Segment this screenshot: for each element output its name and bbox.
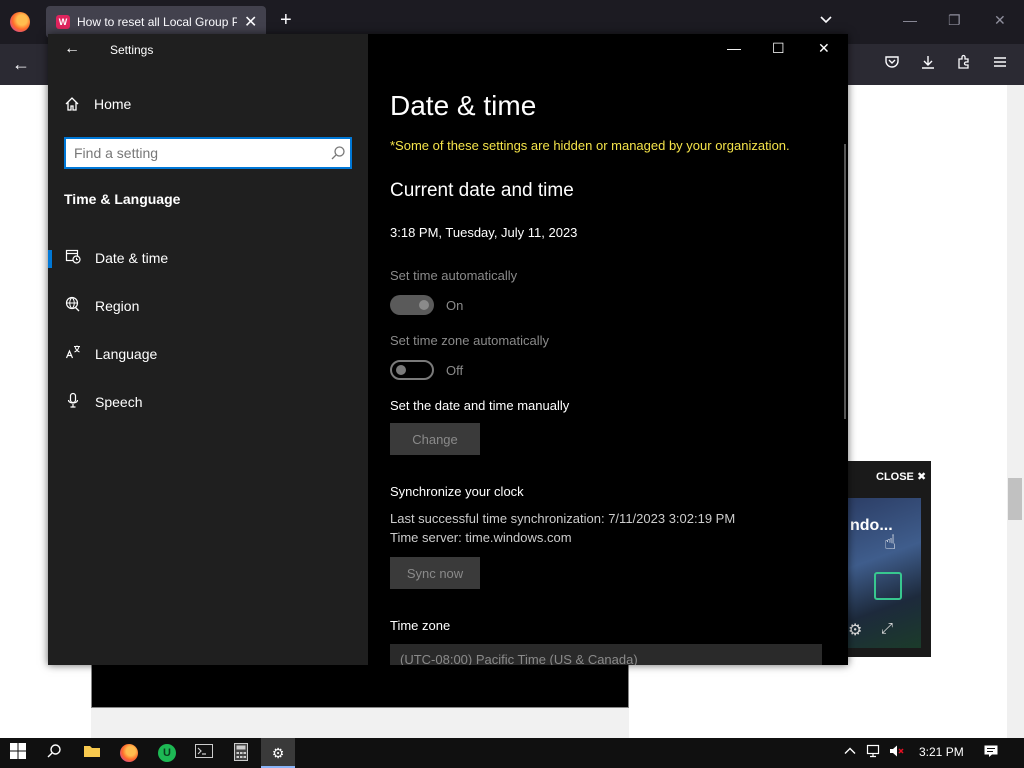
- command-prompt-icon[interactable]: [194, 743, 214, 763]
- page-embedded-content: [91, 662, 629, 708]
- current-date-time-heading: Current date and time: [390, 180, 574, 201]
- toggle-knob: [419, 300, 429, 310]
- search-input[interactable]: [74, 144, 324, 162]
- extensions-icon[interactable]: [954, 54, 974, 74]
- sidebar-item-date-time[interactable]: Date & time: [48, 240, 368, 276]
- browser-back-button[interactable]: ←: [12, 54, 30, 75]
- change-button[interactable]: Change: [390, 423, 480, 455]
- home-label: Home: [94, 96, 132, 112]
- settings-minimize-button[interactable]: —: [727, 40, 741, 56]
- set-tz-auto-state: Off: [446, 363, 464, 378]
- picture-in-picture-icon[interactable]: [874, 572, 902, 600]
- time-zone-dropdown[interactable]: (UTC-08:00) Pacific Time (US & Canada): [390, 644, 822, 665]
- set-time-auto-toggle[interactable]: [390, 295, 434, 315]
- start-windows-icon[interactable]: [8, 743, 28, 763]
- file-explorer-icon[interactable]: [82, 743, 102, 763]
- downloads-icon[interactable]: [918, 54, 938, 74]
- sidebar-item-label: Language: [95, 346, 158, 362]
- settings-scrollbar[interactable]: [844, 144, 846, 419]
- page-scrollbar[interactable]: [1007, 85, 1024, 738]
- tab-close-icon[interactable]: ✕: [244, 12, 257, 32]
- section-title: Time & Language: [64, 191, 181, 207]
- settings-window-title: Settings: [110, 43, 154, 57]
- sidebar-item-label: Region: [95, 298, 140, 314]
- browser-minimize-button[interactable]: —: [903, 12, 917, 28]
- microphone-icon: [64, 392, 82, 412]
- settings-maximize-button[interactable]: ☐: [772, 40, 785, 57]
- gear-icon[interactable]: ⚙: [848, 620, 862, 640]
- sidebar-item-region[interactable]: Region: [48, 288, 368, 324]
- settings-close-button[interactable]: ✕: [818, 40, 830, 57]
- page-scroll-thumb[interactable]: [1008, 478, 1022, 520]
- network-icon[interactable]: [864, 743, 884, 763]
- current-date-time-value: 3:18 PM, Tuesday, July 11, 2023: [390, 225, 578, 240]
- settings-sidebar: ← Settings Home Time & Language Date & t…: [48, 34, 368, 665]
- set-time-auto-state: On: [446, 298, 464, 313]
- last-sync-text: Last successful time synchronization: 7/…: [390, 511, 736, 526]
- home-icon: [65, 97, 79, 111]
- chevron-up-icon[interactable]: [840, 743, 860, 763]
- pocket-icon[interactable]: [882, 54, 902, 74]
- time-server-text: Time server: time.windows.com: [390, 530, 572, 545]
- search-icon[interactable]: [330, 145, 346, 161]
- settings-back-button[interactable]: ←: [64, 40, 80, 58]
- page-title: Date & time: [390, 90, 537, 121]
- home-nav-item[interactable]: Home: [64, 96, 131, 112]
- firefox-taskbar-icon[interactable]: [119, 743, 139, 763]
- language-icon: [64, 344, 82, 364]
- set-tz-auto-toggle[interactable]: [390, 360, 434, 380]
- volume-muted-icon[interactable]: [886, 743, 906, 763]
- tab-title: How to reset all Local Group Policy sett…: [77, 15, 237, 29]
- menu-icon[interactable]: [990, 54, 1010, 74]
- list-all-tabs-icon[interactable]: [818, 12, 834, 28]
- settings-gear-icon[interactable]: ⚙: [268, 743, 288, 763]
- sync-clock-heading: Synchronize your clock: [390, 484, 524, 499]
- app-u-icon[interactable]: U: [157, 743, 177, 763]
- calendar-clock-icon: [64, 248, 82, 268]
- settings-window: ← Settings Home Time & Language Date & t…: [48, 34, 848, 665]
- calculator-icon[interactable]: [231, 743, 251, 763]
- manual-date-time-heading: Set the date and time manually: [390, 398, 570, 413]
- new-tab-button[interactable]: +: [280, 9, 292, 31]
- sync-now-button[interactable]: Sync now: [390, 557, 480, 589]
- search-box[interactable]: [64, 137, 352, 169]
- globe-icon: [64, 296, 82, 316]
- page-content-area: [91, 708, 629, 738]
- browser-restore-button[interactable]: ❐: [948, 12, 961, 29]
- settings-content: — ☐ ✕ Date & time *Some of these setting…: [368, 34, 848, 665]
- sidebar-item-label: Date & time: [95, 250, 169, 266]
- search-icon[interactable]: [44, 743, 64, 763]
- sidebar-item-speech[interactable]: Speech: [48, 384, 368, 420]
- browser-close-button[interactable]: ✕: [994, 12, 1006, 29]
- toggle-knob: [396, 365, 406, 375]
- expand-icon[interactable]: ⤢: [881, 620, 893, 637]
- set-time-auto-label: Set time automatically: [390, 268, 518, 283]
- managed-by-org-note: *Some of these settings are hidden or ma…: [390, 138, 790, 153]
- taskbar-clock[interactable]: 3:21 PM: [919, 745, 964, 759]
- site-favicon-icon: W: [56, 15, 70, 29]
- ad-close-button[interactable]: CLOSE ✖: [876, 470, 926, 483]
- notifications-icon[interactable]: [981, 743, 1001, 763]
- sidebar-item-language[interactable]: Language: [48, 336, 368, 372]
- firefox-logo-icon[interactable]: [10, 12, 30, 32]
- time-zone-heading: Time zone: [390, 618, 451, 633]
- set-tz-auto-label: Set time zone automatically: [390, 333, 549, 348]
- taskbar: U ⚙ 3:21 PM: [0, 738, 1024, 768]
- hand-cursor-icon: ☝: [884, 532, 897, 554]
- sidebar-item-label: Speech: [95, 394, 143, 410]
